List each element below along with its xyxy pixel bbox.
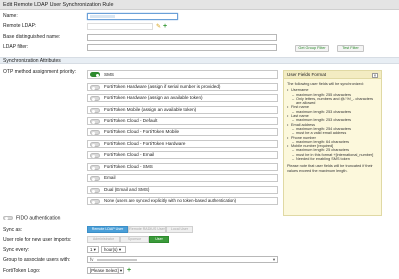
sync-every-number[interactable]: 1 ▾: [87, 246, 99, 253]
add-plus-icon[interactable]: +: [127, 267, 131, 274]
fortitoken-logo-label: FortiToken Logo:: [3, 268, 41, 274]
otp-option[interactable]: FortiToken Cloud - FortiToken Mobile: [87, 128, 278, 136]
otp-priority-label: OTP method assignment priority:: [3, 69, 76, 75]
otp-option[interactable]: FortiToken Hardware (assign if serial nu…: [87, 83, 278, 91]
sync-as-remote-ldap[interactable]: Remote LDAP User: [87, 226, 128, 233]
help-panel-header: User Fields Format ×: [284, 71, 381, 79]
remote-ldap-select[interactable]: [87, 23, 153, 30]
base-dn-input[interactable]: [87, 34, 277, 41]
toggle-off-icon[interactable]: [90, 130, 100, 135]
ldap-filter-input[interactable]: [87, 44, 277, 51]
toggle-off-icon[interactable]: [90, 96, 100, 101]
sync-as-label: Sync as:: [3, 227, 23, 233]
name-value-redacted: [90, 15, 115, 19]
field-rule: Needed for enabling SMS token: [287, 157, 378, 162]
remote-ldap-label: Remote LDAP:: [3, 23, 37, 29]
toggle-off-icon[interactable]: [90, 108, 100, 113]
role-user[interactable]: User: [149, 236, 169, 243]
toggle-off-icon[interactable]: [3, 215, 13, 220]
otp-option[interactable]: FortiToken Hardware (assign an available…: [87, 94, 278, 102]
otp-option[interactable]: Email: [87, 174, 278, 182]
group-label: Group to associate users with:: [3, 257, 71, 263]
get-group-filter-button[interactable]: Get Group Filter: [295, 45, 329, 52]
toggle-off-icon[interactable]: [90, 142, 100, 147]
fido-row[interactable]: FIDO authentication: [3, 215, 60, 222]
sync-as-local[interactable]: Local User: [166, 226, 193, 233]
toggle-off-icon[interactable]: [90, 199, 100, 204]
role-sponsor[interactable]: Sponsor: [120, 236, 149, 243]
group-value-redacted: [97, 258, 138, 262]
user-role-label: User role for new user imports:: [3, 237, 72, 243]
help-panel-title: User Fields Format: [287, 72, 327, 77]
sync-every-label: Sync every:: [3, 247, 30, 253]
otp-option[interactable]: FortiToken Cloud - Default: [87, 117, 278, 125]
toggle-off-icon[interactable]: [90, 153, 100, 158]
test-filter-button[interactable]: Test Filter: [337, 45, 364, 52]
otp-option[interactable]: Dual (Email and SMS): [87, 186, 278, 194]
otp-option-sms[interactable]: SMS: [87, 70, 278, 79]
role-administrator[interactable]: Administrator: [87, 236, 120, 243]
close-icon[interactable]: ×: [372, 72, 378, 78]
user-fields-help-panel: User Fields Format × The following user …: [283, 70, 382, 216]
field-rule: Only letters, numbers and @/.%!_- charac…: [287, 97, 378, 106]
toggle-off-icon[interactable]: [90, 176, 100, 181]
otp-option[interactable]: FortiToken Mobile (assign an available t…: [87, 106, 278, 114]
otp-option[interactable]: FortiToken Cloud - FortiToken Hardware: [87, 140, 278, 148]
toggle-on-icon[interactable]: [90, 72, 100, 77]
dialog-title: Edit Remote LDAP User Synchronization Ru…: [0, 0, 399, 10]
name-label: Name:: [3, 13, 18, 19]
add-plus-icon[interactable]: +: [163, 23, 167, 30]
ldap-filter-label: LDAP filter:: [3, 44, 29, 50]
otp-option[interactable]: FortiToken Cloud - Email: [87, 151, 278, 159]
toggle-off-icon[interactable]: [90, 119, 100, 124]
chevron-down-icon: ▾: [272, 257, 275, 262]
base-dn-label: Base distinguished name:: [3, 34, 61, 40]
otp-option[interactable]: FortiToken Cloud - SMS: [87, 163, 278, 171]
fortitoken-logo-select[interactable]: [Please Select] ▾: [87, 267, 124, 274]
help-note: Please note that user fields will be tru…: [287, 164, 373, 173]
help-intro: The following user fields will be synchr…: [287, 82, 364, 86]
group-select[interactable]: fv ▾: [87, 256, 278, 263]
sync-attributes-header: Synchronization Attributes: [0, 57, 399, 64]
toggle-off-icon[interactable]: [90, 165, 100, 170]
edit-pencil-icon[interactable]: ✎: [156, 24, 161, 30]
toggle-off-icon[interactable]: [90, 85, 100, 90]
name-input[interactable]: [87, 13, 178, 20]
sync-every-unit[interactable]: hour(s) ▾: [101, 246, 126, 253]
sync-as-remote-radius[interactable]: Remote RADIUS User: [128, 226, 166, 233]
otp-option[interactable]: None (users are synced explicitly with n…: [87, 197, 278, 205]
toggle-off-icon[interactable]: [90, 188, 100, 193]
